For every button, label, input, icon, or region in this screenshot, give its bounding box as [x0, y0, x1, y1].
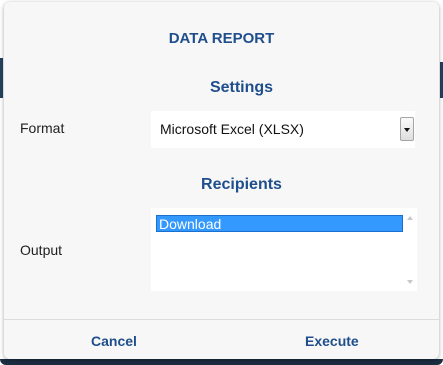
footer-divider [4, 319, 439, 320]
dialog-title: DATA REPORT [168, 30, 275, 47]
scroll-down-arrow-icon[interactable] [407, 280, 413, 284]
output-listbox[interactable]: Download [151, 208, 417, 291]
format-select-value: Microsoft Excel (XLSX) [160, 121, 304, 137]
data-report-dialog: DATA REPORT Settings Format Microsoft Ex… [4, 2, 439, 359]
recipients-heading: Recipients [201, 176, 282, 193]
background-strip-bottom [0, 359, 443, 365]
output-label: Output [20, 242, 63, 258]
chevron-down-icon[interactable] [400, 117, 414, 141]
list-item[interactable]: Download [156, 215, 403, 232]
scroll-up-arrow-icon[interactable] [407, 216, 413, 220]
cancel-button[interactable]: Cancel [91, 333, 137, 349]
background-strip-left [0, 58, 3, 98]
settings-heading: Settings [209, 79, 274, 96]
format-label: Format [20, 120, 65, 136]
execute-button[interactable]: Execute [305, 333, 359, 349]
format-select[interactable]: Microsoft Excel (XLSX) [151, 111, 415, 148]
